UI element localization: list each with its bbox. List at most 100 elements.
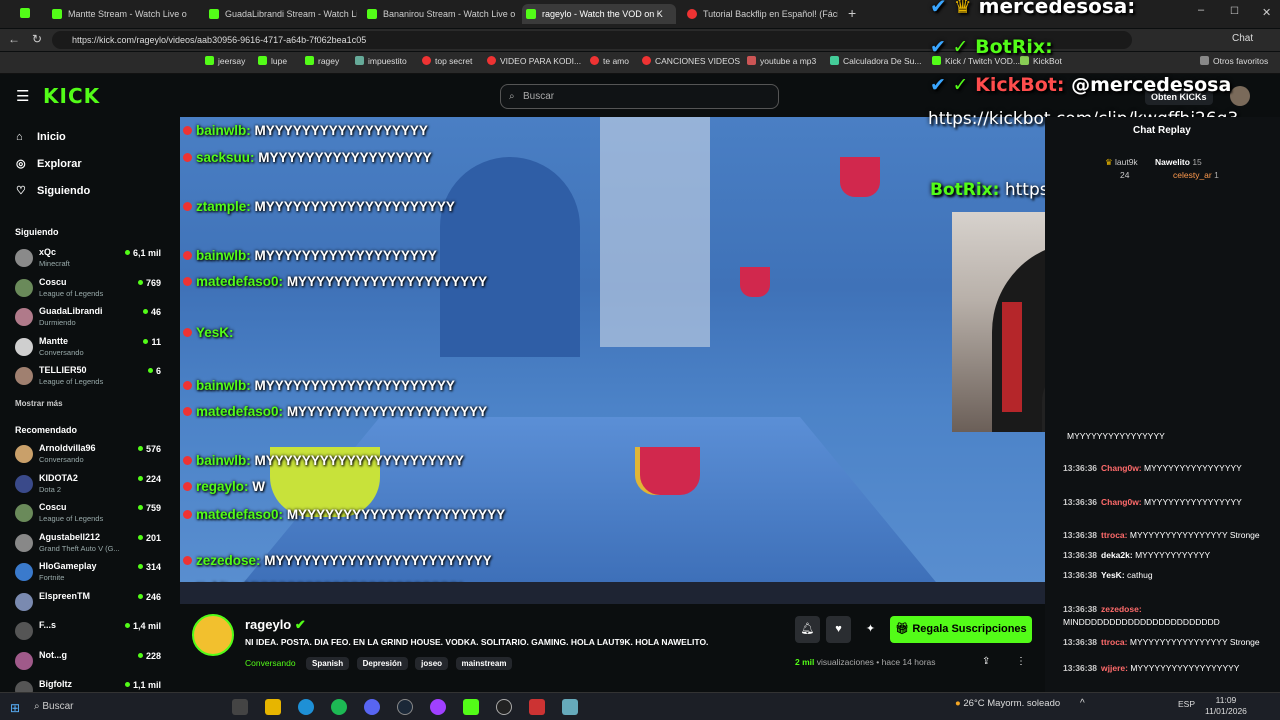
search-icon: ⌕ — [34, 701, 40, 712]
pinned-user[interactable]: celesty_ar 1 — [1173, 170, 1219, 180]
discord-icon[interactable] — [364, 699, 380, 715]
app-icon[interactable] — [430, 699, 446, 715]
channel-row[interactable]: Mantte Conversando 11 — [15, 336, 165, 364]
video-player[interactable]: bainwlb: MYYYYYYYYYYYYYYYYYY sacksuu: MYY… — [180, 117, 1045, 604]
channel-row[interactable]: Coscu League of Legends 759 — [15, 502, 165, 530]
channel-row[interactable]: ElspreenTM 246 — [15, 591, 165, 619]
tag[interactable]: Depresión — [356, 657, 408, 670]
chat-title: Chat Replay — [1133, 125, 1191, 136]
spotify-icon[interactable] — [331, 699, 347, 715]
weather-widget[interactable]: ● 26°C Mayorm. soleado — [955, 698, 1060, 709]
tab-backflip[interactable]: Tutorial Backflip en Español! (Fácil — [683, 4, 838, 24]
pinned-user[interactable]: ♛ laut9k — [1105, 157, 1138, 168]
gift-subscriptions-button[interactable]: 🎁︎ Regala Suscripciones — [890, 616, 1032, 643]
bookmark-kodi[interactable]: VIDEO PARA KODI... — [487, 56, 581, 66]
channel-name[interactable]: rageylo ✔ — [245, 617, 306, 633]
channel-name: Coscu — [39, 502, 67, 512]
show-more-link[interactable]: Mostrar más — [15, 399, 63, 408]
bookmark-otros[interactable]: Otros favoritos — [1200, 56, 1268, 66]
bookmark-calculadora[interactable]: Calculadora De Su... — [830, 56, 921, 66]
sparkle-button[interactable]: ✦ — [858, 616, 883, 643]
badge-icon — [183, 556, 192, 565]
clock[interactable]: 11:09 11/01/2026 — [1205, 695, 1247, 717]
more-options-icon[interactable]: ⋮ — [1016, 656, 1026, 667]
bookmark-youtube-mp3[interactable]: youtube a mp3 — [747, 56, 816, 66]
channel-row[interactable]: xQc Minecraft 6,1 mil — [15, 247, 165, 275]
language-indicator[interactable]: ESP — [1178, 699, 1195, 709]
tab-bananirou[interactable]: Bananirou Stream - Watch Live on — [363, 4, 515, 24]
overlay-chat-message: regaylo: W — [183, 479, 265, 494]
notification-bell-button[interactable]: 🔔︎ — [795, 616, 820, 643]
tag[interactable]: Spanish — [306, 657, 350, 670]
badge-icon — [183, 510, 192, 519]
channel-category: League of Legends — [39, 377, 104, 386]
channel-row[interactable]: Arnoldvilla96 Conversando 576 — [15, 443, 165, 471]
viewer-count: 46 — [143, 307, 161, 317]
tag[interactable]: mainstream — [455, 657, 513, 670]
nav-explorar[interactable]: ◎ Explorar — [16, 157, 82, 170]
bookmark-jeersay[interactable]: jeersay — [205, 56, 245, 66]
bookmark-ragey[interactable]: ragey — [305, 56, 339, 66]
channel-row[interactable]: F...s 1,4 mil — [15, 620, 165, 648]
share-icon[interactable]: ⇪ — [982, 656, 990, 667]
reload-icon[interactable]: ↻ — [32, 32, 42, 46]
edge-icon[interactable] — [298, 699, 314, 715]
back-icon[interactable]: ← — [8, 32, 20, 46]
obs-icon[interactable] — [496, 699, 512, 715]
bookmark-canciones[interactable]: CANCIONES VIDEOS — [642, 56, 740, 66]
bookmark-top-secret[interactable]: top secret — [422, 56, 472, 66]
channel-row[interactable]: Coscu League of Legends 769 — [15, 277, 165, 305]
app-icon[interactable] — [529, 699, 545, 715]
tab-rageylo[interactable]: rageylo - Watch the VOD on K — [522, 4, 676, 24]
crown-icon: ♛ — [953, 0, 972, 18]
channel-row[interactable]: Not...g 228 — [15, 650, 165, 678]
overlay-chat-message: bainwlb: MYYYYYYYYYYYYYYYYYY — [183, 123, 428, 138]
avatar[interactable] — [1230, 86, 1250, 106]
bookmark-te-amo[interactable]: te amo — [590, 56, 629, 66]
chat-message: MYYYYYYYYYYYYYYYY — [1067, 431, 1165, 441]
chat-message: 13:36:38 wjjere: MYYYYYYYYYYYYYYYYYY — [1063, 663, 1240, 673]
channel-row[interactable]: TELLIER50 League of Legends 6 — [15, 365, 165, 393]
follow-heart-button[interactable]: ♥ — [826, 616, 851, 643]
channel-avatar[interactable] — [192, 614, 234, 656]
tab-label: Tutorial Backflip en Español! (Fácil — [703, 9, 838, 19]
kick-logo[interactable]: KICK — [43, 84, 100, 108]
app-icon[interactable] — [562, 699, 578, 715]
file-explorer-icon[interactable] — [265, 699, 281, 715]
kick-icon — [305, 56, 314, 65]
pinned-user[interactable]: Nawelito 15 — [1155, 157, 1202, 167]
channel-row[interactable]: KIDOTA2 Dota 2 224 — [15, 473, 165, 501]
kick-tab-icon[interactable] — [20, 8, 30, 18]
new-tab-icon[interactable]: + — [848, 5, 856, 21]
taskbar-search[interactable]: ⌕ Buscar — [34, 697, 209, 717]
tab-mantte[interactable]: Mantte Stream - Watch Live o — [48, 4, 198, 24]
channel-row[interactable]: HIoGameplay Fortnite 314 — [15, 561, 165, 589]
tab-guadalibrandi[interactable]: GuadaLibrandi Stream - Watch Liv — [205, 4, 357, 24]
tray-chevron-icon[interactable]: ^ — [1080, 698, 1085, 709]
channel-row[interactable]: Agustabell212 Grand Theft Auto V (G... 201 — [15, 532, 165, 560]
search-input[interactable]: ⌕ Buscar — [500, 84, 779, 109]
pinned-count: 24 — [1120, 170, 1130, 180]
bookmark-impuestito[interactable]: impuestito — [355, 56, 407, 66]
window-close-icon[interactable]: ✕ — [1262, 6, 1271, 19]
windows-start-icon[interactable]: ⊞ — [10, 701, 20, 715]
nav-siguiendo[interactable]: ♡ Siguiendo — [16, 184, 90, 197]
category-link[interactable]: Conversando — [245, 658, 296, 668]
overlay-chat-message: bainwlb: MYYYYYYYYYYYYYYYYYYYYYY — [183, 453, 464, 468]
kick-icon — [205, 56, 214, 65]
channel-name: ElspreenTM — [39, 590, 91, 601]
kick-icon[interactable] — [463, 699, 479, 715]
channel-row[interactable]: GuadaLibrandi Durmiendo 46 — [15, 306, 165, 334]
task-view-icon[interactable] — [232, 699, 248, 715]
viewer-count: 769 — [138, 278, 161, 288]
channel-name: xQc — [39, 247, 57, 257]
steam-icon[interactable] — [397, 699, 413, 715]
chat-extension-button[interactable]: Chat — [1232, 33, 1253, 44]
kick-icon — [367, 9, 377, 19]
window-minimize-icon[interactable]: – — [1198, 4, 1204, 16]
window-maximize-icon[interactable]: ☐ — [1230, 6, 1239, 17]
tag[interactable]: joseo — [415, 657, 449, 670]
nav-inicio[interactable]: ⌂ Inicio — [16, 131, 66, 143]
menu-icon[interactable]: ☰ — [16, 87, 29, 105]
bookmark-lupe[interactable]: lupe — [258, 56, 287, 66]
